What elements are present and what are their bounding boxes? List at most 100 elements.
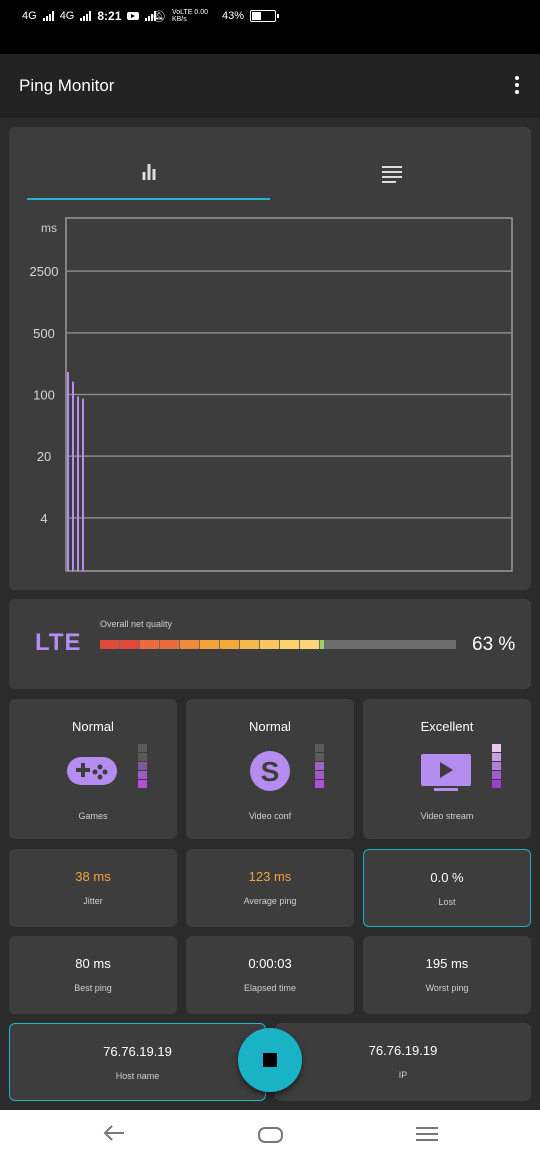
level-segment — [492, 753, 501, 761]
level-segment — [315, 780, 324, 788]
list-icon — [381, 166, 402, 186]
skype-icon: S — [250, 751, 290, 791]
games-rating: Normal — [72, 719, 114, 734]
tile-video-conf[interactable]: Normal S Video conf — [186, 699, 354, 839]
status-bar: 4G 4G 8:21 🔕︎ VoLTE 0.00 KB/s 43% — [0, 0, 540, 54]
quality-label: Overall net quality — [100, 619, 173, 629]
level-segment — [138, 744, 147, 752]
youtube-icon — [127, 12, 140, 20]
level-segment — [315, 762, 324, 770]
svg-text:S: S — [261, 756, 280, 787]
battery-percent: 43% — [221, 10, 244, 22]
y-tick-label: 500 — [33, 326, 55, 341]
level-segment — [315, 744, 324, 752]
gamepad-icon — [67, 757, 117, 785]
worst-ping-value: 195 ms — [425, 956, 469, 971]
tile-video-stream[interactable]: Excellent Video stream — [363, 699, 531, 839]
ping-bar — [72, 381, 74, 571]
video-stream-rating: Excellent — [420, 719, 474, 734]
host-name-value: 76.76.19.19 — [103, 1044, 172, 1059]
video-conf-label: Video conf — [248, 811, 292, 821]
tab-chart[interactable] — [27, 130, 270, 200]
level-segment — [138, 780, 147, 788]
ping-bar — [77, 396, 79, 571]
y-tick-label: 100 — [33, 388, 55, 403]
quality-segment — [200, 640, 219, 649]
quality-percent: 63 % — [472, 634, 516, 655]
quality-segment — [260, 640, 279, 649]
network-type-label: LTE — [35, 629, 82, 656]
host-name-label: Host name — [115, 1071, 160, 1081]
best-ping-card: 80 ms Best ping — [9, 936, 177, 1014]
quality-segment — [120, 640, 139, 649]
lost-card: 0.0 % Lost — [363, 849, 531, 927]
level-segment — [138, 762, 147, 770]
stop-icon — [263, 1053, 277, 1067]
network-type-1: 4G — [22, 10, 37, 22]
status-right: 🔕︎ VoLTE 0.00 KB/s 43% — [152, 9, 279, 23]
games-level-bar — [138, 744, 147, 789]
jitter-label: Jitter — [83, 896, 103, 906]
y-axis-label: ms — [41, 221, 57, 235]
quality-segment — [220, 640, 239, 649]
jitter-card: 38 ms Jitter — [9, 849, 177, 927]
clock: 8:21 — [97, 9, 122, 23]
level-segment — [315, 753, 324, 761]
status-left: 4G 4G 8:21 — [22, 9, 157, 23]
home-icon[interactable] — [258, 1127, 283, 1143]
jitter-value: 38 ms — [75, 869, 111, 884]
level-segment — [138, 753, 147, 761]
quality-segment — [180, 640, 199, 649]
bar-chart-icon — [142, 164, 155, 180]
quality-segment — [280, 640, 299, 649]
video-conf-rating: Normal — [249, 719, 291, 734]
signal-icon-2 — [80, 11, 92, 21]
elapsed-time-card: 0:00:03 Elapsed time — [186, 936, 354, 1014]
level-segment — [492, 771, 501, 779]
recents-icon[interactable] — [416, 1127, 438, 1145]
app-title: Ping Monitor — [19, 76, 115, 95]
mute-icon: 🔕︎ — [152, 10, 166, 23]
level-segment — [492, 780, 501, 788]
lost-label: Lost — [438, 897, 456, 907]
lost-value: 0.0 % — [430, 870, 464, 885]
host-name-card[interactable]: 76.76.19.19 Host name — [9, 1023, 266, 1101]
best-ping-value: 80 ms — [75, 956, 111, 971]
stop-button[interactable] — [238, 1028, 302, 1092]
level-segment — [492, 762, 501, 770]
y-tick-label: 20 — [37, 449, 51, 464]
games-label: Games — [78, 811, 108, 821]
level-segment — [138, 771, 147, 779]
ping-chart: ms 2500 500 100 20 4 — [30, 217, 513, 572]
network-type-2: 4G — [59, 10, 75, 22]
worst-ping-card: 195 ms Worst ping — [363, 936, 531, 1014]
video-stream-label: Video stream — [420, 811, 474, 821]
elapsed-time-label: Elapsed time — [243, 983, 297, 993]
tab-list[interactable] — [270, 130, 513, 200]
ping-bar — [67, 371, 69, 571]
ip-card: 76.76.19.19 IP — [275, 1023, 531, 1101]
more-options-icon[interactable] — [514, 76, 520, 96]
average-ping-card: 123 ms Average ping — [186, 849, 354, 927]
back-icon[interactable] — [103, 1124, 125, 1142]
quality-segment — [160, 640, 179, 649]
best-ping-label: Best ping — [74, 983, 112, 993]
quality-segment — [240, 640, 259, 649]
average-ping-value: 123 ms — [248, 869, 292, 884]
video-conf-level-bar — [315, 744, 324, 789]
battery-icon — [250, 10, 279, 22]
y-tick-label: 2500 — [30, 264, 59, 279]
app-bar: Ping Monitor — [0, 54, 540, 118]
tile-games[interactable]: Normal Games — [9, 699, 177, 839]
ping-bar — [82, 398, 84, 571]
y-tick-label: 4 — [40, 511, 47, 526]
worst-ping-label: Worst ping — [425, 983, 469, 993]
quality-segment — [100, 640, 119, 649]
average-ping-label: Average ping — [243, 896, 297, 906]
navigation-bar — [0, 1110, 540, 1158]
elapsed-time-value: 0:00:03 — [248, 956, 292, 971]
level-segment — [492, 744, 501, 752]
ip-value: 76.76.19.19 — [368, 1043, 438, 1058]
quality-segment — [320, 640, 324, 649]
signal-icon — [42, 11, 54, 21]
